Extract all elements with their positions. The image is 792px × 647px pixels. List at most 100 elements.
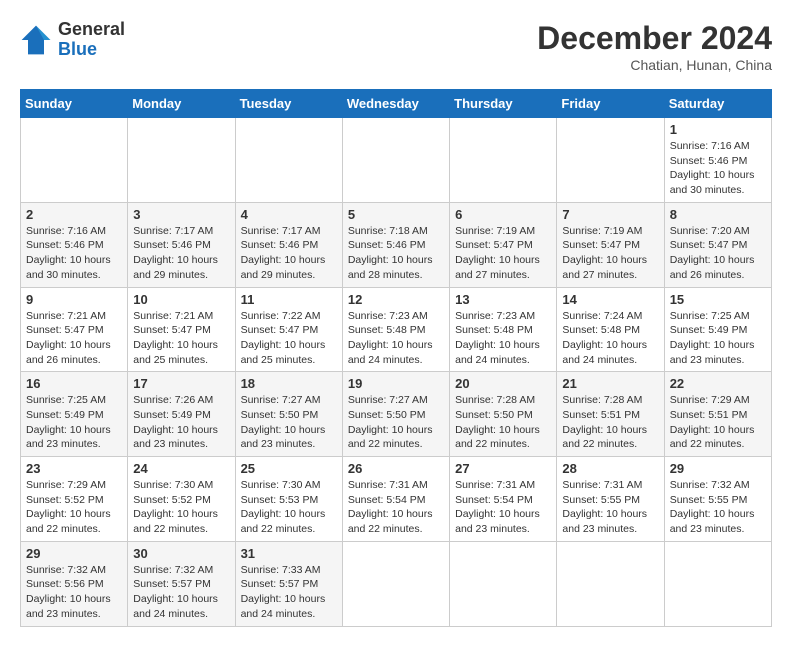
day-number: 7 — [562, 207, 658, 222]
day-info: Sunrise: 7:22 AM Sunset: 5:47 PM Dayligh… — [241, 309, 337, 368]
day-number: 1 — [670, 122, 766, 137]
calendar-cell: 4 Sunrise: 7:17 AM Sunset: 5:46 PM Daylig… — [235, 202, 342, 287]
calendar-cell: 7 Sunrise: 7:19 AM Sunset: 5:47 PM Daylig… — [557, 202, 664, 287]
calendar-cell — [557, 118, 664, 203]
day-number: 31 — [241, 546, 337, 561]
day-number: 16 — [26, 376, 122, 391]
day-info: Sunrise: 7:32 AM Sunset: 5:55 PM Dayligh… — [670, 478, 766, 537]
day-number: 21 — [562, 376, 658, 391]
calendar-cell: 2 Sunrise: 7:16 AM Sunset: 5:46 PM Daylig… — [21, 202, 128, 287]
day-number: 29 — [670, 461, 766, 476]
day-info: Sunrise: 7:21 AM Sunset: 5:47 PM Dayligh… — [133, 309, 229, 368]
day-info: Sunrise: 7:32 AM Sunset: 5:57 PM Dayligh… — [133, 563, 229, 622]
calendar-cell — [235, 118, 342, 203]
calendar-cell — [450, 118, 557, 203]
day-number: 8 — [670, 207, 766, 222]
calendar-cell: 12 Sunrise: 7:23 AM Sunset: 5:48 PM Dayli… — [342, 287, 449, 372]
calendar-cell: 8Sunrise: 7:20 AM Sunset: 5:47 PM Daylig… — [664, 202, 771, 287]
logo-icon — [20, 24, 52, 56]
day-info: Sunrise: 7:26 AM Sunset: 5:49 PM Dayligh… — [133, 393, 229, 452]
calendar-cell: 15Sunrise: 7:25 AM Sunset: 5:49 PM Dayli… — [664, 287, 771, 372]
day-info: Sunrise: 7:33 AM Sunset: 5:57 PM Dayligh… — [241, 563, 337, 622]
calendar-cell: 25Sunrise: 7:30 AM Sunset: 5:53 PM Dayli… — [235, 457, 342, 542]
calendar-cell: 17 Sunrise: 7:26 AM Sunset: 5:49 PM Dayli… — [128, 372, 235, 457]
day-info: Sunrise: 7:16 AM Sunset: 5:46 PM Dayligh… — [670, 139, 766, 198]
day-number: 26 — [348, 461, 444, 476]
title-block: December 2024 Chatian, Hunan, China — [537, 20, 772, 73]
calendar-cell — [342, 541, 449, 626]
calendar-cell: 30 Sunrise: 7:32 AM Sunset: 5:57 PM Dayli… — [128, 541, 235, 626]
day-info: Sunrise: 7:18 AM Sunset: 5:46 PM Dayligh… — [348, 224, 444, 283]
calendar-cell — [342, 118, 449, 203]
calendar-week-1: 1 Sunrise: 7:16 AM Sunset: 5:46 PM Daylig… — [21, 118, 772, 203]
calendar-cell — [450, 541, 557, 626]
calendar-cell: 9Sunrise: 7:21 AM Sunset: 5:47 PM Daylig… — [21, 287, 128, 372]
day-number: 25 — [241, 461, 337, 476]
location: Chatian, Hunan, China — [537, 57, 772, 73]
day-info: Sunrise: 7:23 AM Sunset: 5:48 PM Dayligh… — [455, 309, 551, 368]
calendar-week-2: 2 Sunrise: 7:16 AM Sunset: 5:46 PM Daylig… — [21, 202, 772, 287]
day-info: Sunrise: 7:19 AM Sunset: 5:47 PM Dayligh… — [455, 224, 551, 283]
day-info: Sunrise: 7:30 AM Sunset: 5:52 PM Dayligh… — [133, 478, 229, 537]
calendar-cell: 5 Sunrise: 7:18 AM Sunset: 5:46 PM Daylig… — [342, 202, 449, 287]
day-number: 6 — [455, 207, 551, 222]
logo-line2: Blue — [58, 40, 125, 60]
month-title: December 2024 — [537, 20, 772, 57]
calendar-cell: 16 Sunrise: 7:25 AM Sunset: 5:49 PM Dayli… — [21, 372, 128, 457]
day-info: Sunrise: 7:25 AM Sunset: 5:49 PM Dayligh… — [26, 393, 122, 452]
calendar-cell: 20 Sunrise: 7:28 AM Sunset: 5:50 PM Dayli… — [450, 372, 557, 457]
calendar-cell: 24Sunrise: 7:30 AM Sunset: 5:52 PM Dayli… — [128, 457, 235, 542]
day-info: Sunrise: 7:28 AM Sunset: 5:51 PM Dayligh… — [562, 393, 658, 452]
day-number: 23 — [26, 461, 122, 476]
day-number: 5 — [348, 207, 444, 222]
calendar-cell: 14Sunrise: 7:24 AM Sunset: 5:48 PM Dayli… — [557, 287, 664, 372]
calendar-cell: 3 Sunrise: 7:17 AM Sunset: 5:46 PM Daylig… — [128, 202, 235, 287]
page-header: General Blue December 2024 Chatian, Huna… — [20, 20, 772, 73]
day-info: Sunrise: 7:31 AM Sunset: 5:55 PM Dayligh… — [562, 478, 658, 537]
calendar-cell: 19Sunrise: 7:27 AM Sunset: 5:50 PM Dayli… — [342, 372, 449, 457]
header-monday: Monday — [128, 90, 235, 118]
day-info: Sunrise: 7:27 AM Sunset: 5:50 PM Dayligh… — [348, 393, 444, 452]
day-number: 15 — [670, 292, 766, 307]
calendar-cell: 18Sunrise: 7:27 AM Sunset: 5:50 PM Dayli… — [235, 372, 342, 457]
calendar-cell: 22Sunrise: 7:29 AM Sunset: 5:51 PM Dayli… — [664, 372, 771, 457]
day-number: 29 — [26, 546, 122, 561]
day-number: 2 — [26, 207, 122, 222]
calendar-cell — [557, 541, 664, 626]
day-info: Sunrise: 7:23 AM Sunset: 5:48 PM Dayligh… — [348, 309, 444, 368]
day-number: 10 — [133, 292, 229, 307]
day-number: 3 — [133, 207, 229, 222]
calendar-cell: 1 Sunrise: 7:16 AM Sunset: 5:46 PM Daylig… — [664, 118, 771, 203]
calendar-cell: 23Sunrise: 7:29 AM Sunset: 5:52 PM Dayli… — [21, 457, 128, 542]
day-info: Sunrise: 7:24 AM Sunset: 5:48 PM Dayligh… — [562, 309, 658, 368]
day-number: 11 — [241, 292, 337, 307]
calendar-cell: 10 Sunrise: 7:21 AM Sunset: 5:47 PM Dayli… — [128, 287, 235, 372]
day-info: Sunrise: 7:31 AM Sunset: 5:54 PM Dayligh… — [348, 478, 444, 537]
calendar-cell: 28Sunrise: 7:31 AM Sunset: 5:55 PM Dayli… — [557, 457, 664, 542]
day-number: 30 — [133, 546, 229, 561]
calendar-table: Sunday Monday Tuesday Wednesday Thursday… — [20, 89, 772, 627]
day-info: Sunrise: 7:27 AM Sunset: 5:50 PM Dayligh… — [241, 393, 337, 452]
day-number: 20 — [455, 376, 551, 391]
day-number: 12 — [348, 292, 444, 307]
calendar-cell — [128, 118, 235, 203]
day-info: Sunrise: 7:16 AM Sunset: 5:46 PM Dayligh… — [26, 224, 122, 283]
day-info: Sunrise: 7:32 AM Sunset: 5:56 PM Dayligh… — [26, 563, 122, 622]
day-info: Sunrise: 7:29 AM Sunset: 5:51 PM Dayligh… — [670, 393, 766, 452]
day-number: 4 — [241, 207, 337, 222]
header-friday: Friday — [557, 90, 664, 118]
day-info: Sunrise: 7:17 AM Sunset: 5:46 PM Dayligh… — [241, 224, 337, 283]
header-thursday: Thursday — [450, 90, 557, 118]
day-info: Sunrise: 7:19 AM Sunset: 5:47 PM Dayligh… — [562, 224, 658, 283]
header-saturday: Saturday — [664, 90, 771, 118]
day-info: Sunrise: 7:17 AM Sunset: 5:46 PM Dayligh… — [133, 224, 229, 283]
header-tuesday: Tuesday — [235, 90, 342, 118]
day-info: Sunrise: 7:28 AM Sunset: 5:50 PM Dayligh… — [455, 393, 551, 452]
day-info: Sunrise: 7:31 AM Sunset: 5:54 PM Dayligh… — [455, 478, 551, 537]
calendar-week-4: 16 Sunrise: 7:25 AM Sunset: 5:49 PM Dayli… — [21, 372, 772, 457]
calendar-cell: 6 Sunrise: 7:19 AM Sunset: 5:47 PM Daylig… — [450, 202, 557, 287]
header-wednesday: Wednesday — [342, 90, 449, 118]
header-sunday: Sunday — [21, 90, 128, 118]
calendar-cell — [21, 118, 128, 203]
day-number: 17 — [133, 376, 229, 391]
